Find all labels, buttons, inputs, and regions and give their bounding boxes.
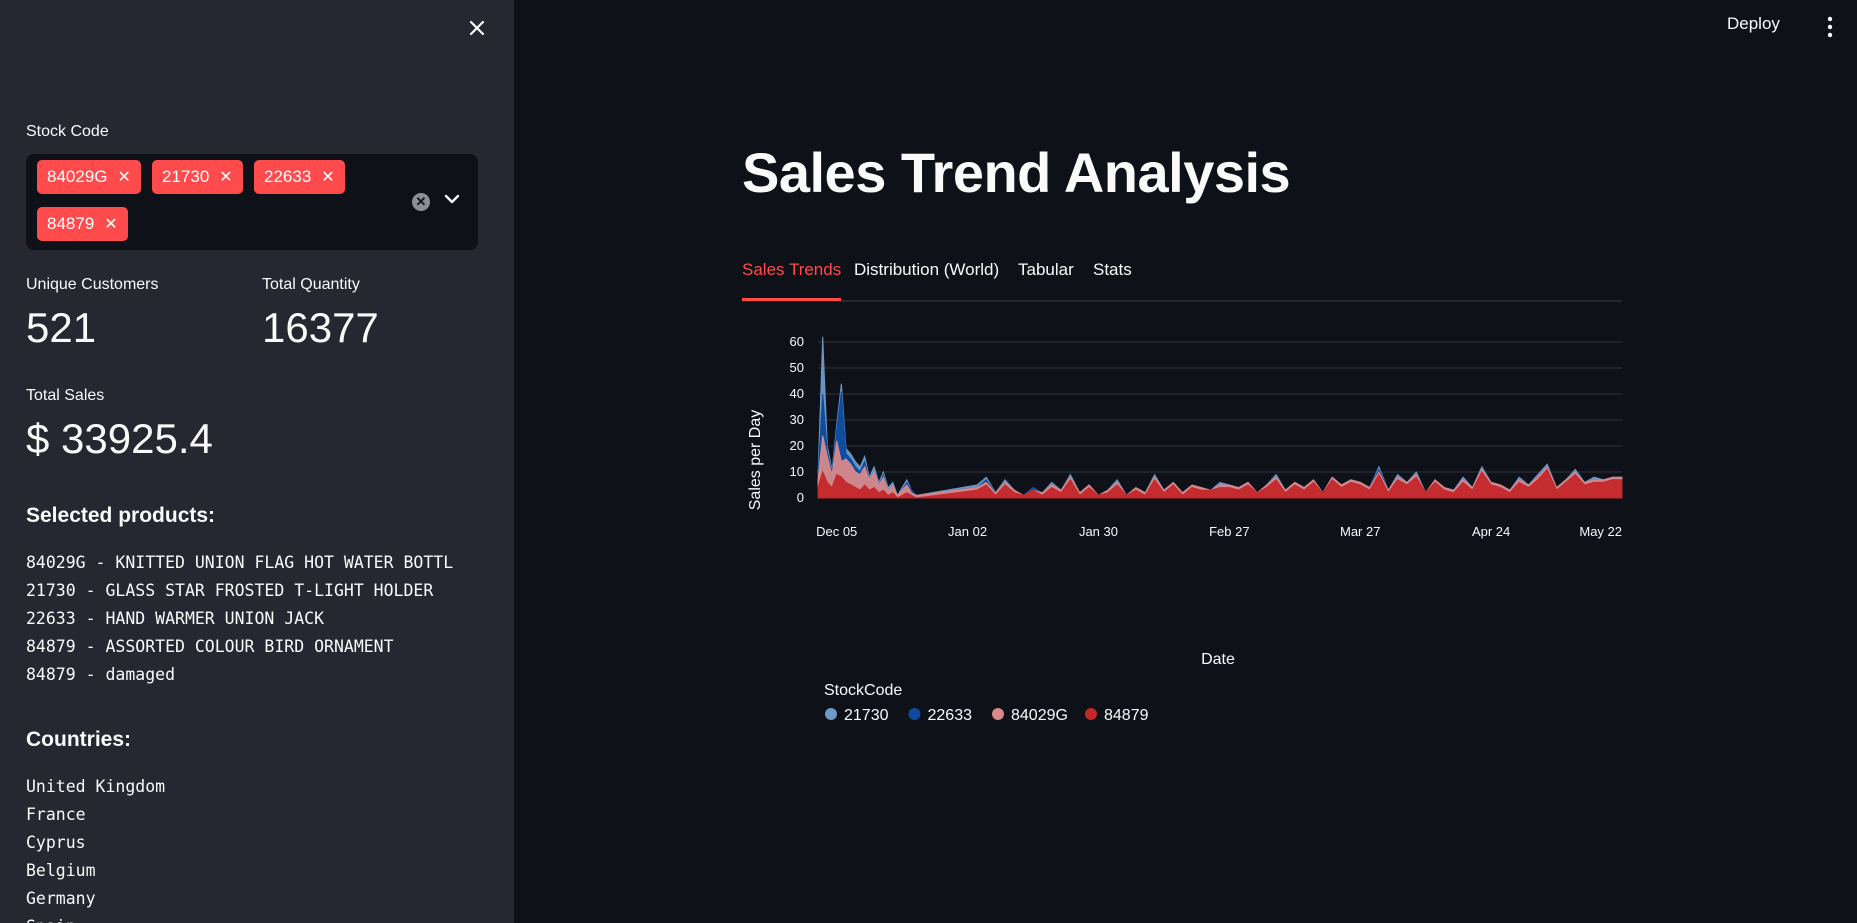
list-item: Spain	[26, 913, 165, 923]
tab-distribution-world[interactable]: Distribution (World)	[854, 260, 999, 298]
list-item: 84029G - KNITTED UNION FLAG HOT WATER BO…	[26, 553, 454, 572]
x-tick-label: Jan 02	[948, 524, 987, 539]
tag-label: 84029G	[47, 167, 108, 186]
y-axis-ticks: 0 10 20 30 40 50 60	[790, 334, 804, 505]
x-axis-ticks: Dec 05 Jan 02 Jan 30 Feb 27 Mar 27 Apr 24 May …	[816, 524, 1622, 539]
deploy-button[interactable]: Deploy	[1727, 14, 1780, 34]
area-series-21730	[817, 336, 1623, 499]
list-item: United Kingdom	[26, 777, 166, 796]
remove-tag-icon[interactable]: ✕	[104, 216, 117, 233]
y-tick-label: 40	[790, 386, 804, 401]
countries-list: United Kingdom France Cyprus Belgium Ger…	[26, 773, 165, 923]
metric-value-unique-customers: 521	[26, 304, 97, 351]
chart-legend: 21730 22633 84029G 84879	[825, 707, 1149, 724]
countries-heading: Countries:	[26, 728, 131, 751]
clear-all-icon[interactable]: ✕	[412, 193, 430, 211]
selected-tag: 84879 ✕	[37, 207, 128, 241]
selected-products-heading: Selected products:	[26, 504, 216, 527]
list-item: 21730 - GLASS STAR FROSTED T-LIGHT HOLDE…	[26, 581, 434, 600]
x-tick-label: Feb 27	[1209, 524, 1249, 539]
y-tick-label: 50	[790, 360, 804, 375]
stock-code-multiselect[interactable]: 84029G ✕ 21730 ✕ 22633 ✕ 84879 ✕ ✕	[26, 154, 478, 250]
list-item: 84879 - damaged	[26, 665, 176, 684]
metric-label-total-quantity: Total Quantity	[262, 276, 360, 293]
metric-value-total-sales: $ 33925.4	[26, 415, 213, 462]
chart-areas	[817, 336, 1623, 499]
close-sidebar-icon[interactable]	[463, 14, 491, 42]
x-tick-label: May 22	[1579, 524, 1622, 539]
sales-trend-chart: 0 10 20 30 40 50 60 Dec 05 Jan 02 Jan 30 Feb 27 Ma…	[747, 334, 1623, 724]
selected-products-list: 84029G - KNITTED UNION FLAG HOT WATER BO…	[26, 549, 453, 689]
legend-label: 21730	[844, 707, 889, 724]
legend-label: 84029G	[1011, 707, 1068, 724]
selected-tag: 84029G ✕	[37, 160, 141, 194]
x-tick-label: Mar 27	[1340, 524, 1380, 539]
legend-swatch	[1085, 708, 1097, 720]
sidebar: Stock Code 84029G ✕ 21730 ✕ 22633 ✕ 84879 ✕ …	[0, 0, 514, 923]
legend-label: 22633	[928, 707, 973, 724]
chevron-down-icon[interactable]	[442, 187, 462, 211]
legend-swatch	[908, 708, 921, 720]
x-tick-label: Dec 05	[816, 524, 857, 539]
tab-tabular[interactable]: Tabular	[1018, 260, 1074, 298]
y-tick-label: 10	[790, 464, 804, 479]
list-item: Cyprus	[26, 833, 86, 852]
metric-label-total-sales: Total Sales	[26, 387, 105, 404]
selected-tag: 22633 ✕	[254, 160, 345, 194]
legend-title: StockCode	[824, 682, 902, 699]
y-tick-label: 20	[790, 438, 804, 453]
y-tick-label: 30	[790, 412, 804, 427]
list-item: 84879 - ASSORTED COLOUR BIRD ORNAMENT	[26, 637, 394, 656]
metric-value-total-quantity: 16377	[262, 304, 379, 351]
x-tick-label: Apr 24	[1472, 524, 1510, 539]
y-tick-label: 60	[790, 334, 804, 349]
x-tick-label: Jan 30	[1079, 524, 1118, 539]
page-title: Sales Trend Analysis	[742, 141, 1291, 204]
chart-grid	[818, 341, 1622, 499]
remove-tag-icon[interactable]: ✕	[219, 169, 232, 186]
more-options-icon[interactable]	[1823, 14, 1837, 40]
tag-label: 21730	[162, 167, 210, 186]
legend-swatch	[992, 708, 1004, 720]
list-item: Germany	[26, 889, 96, 908]
legend-label: 84879	[1104, 707, 1149, 724]
list-item: 22633 - HAND WARMER UNION JACK	[26, 609, 325, 628]
stock-code-label: Stock Code	[26, 123, 109, 140]
tag-label: 22633	[264, 167, 312, 186]
tab-stats[interactable]: Stats	[1093, 260, 1132, 298]
selected-tag: 21730 ✕	[152, 160, 243, 194]
tag-label: 84879	[47, 214, 95, 233]
y-axis-label: Sales per Day	[747, 410, 764, 511]
list-item: Belgium	[26, 861, 96, 880]
tab-sales-trends[interactable]: Sales Trends	[742, 260, 842, 301]
metric-label-unique-customers: Unique Customers	[26, 276, 159, 293]
remove-tag-icon[interactable]: ✕	[118, 169, 131, 186]
remove-tag-icon[interactable]: ✕	[321, 169, 334, 186]
list-item: France	[26, 805, 86, 824]
y-tick-label: 0	[797, 490, 804, 505]
tab-bar: Sales Trends Distribution (World) Tabula…	[742, 260, 1622, 302]
x-axis-label: Date	[1201, 651, 1235, 668]
legend-swatch	[825, 708, 837, 720]
